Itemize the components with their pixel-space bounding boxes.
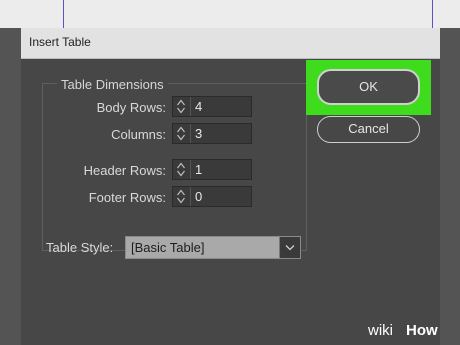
table-dimensions-legend: Table Dimensions — [57, 77, 168, 92]
body-rows-value[interactable]: 4 — [195, 99, 202, 114]
table-style-value[interactable]: [Basic Table] — [126, 237, 279, 258]
header-rows-stepper[interactable]: 1 — [172, 159, 252, 180]
footer-rows-label: Footer Rows: — [88, 190, 166, 205]
cancel-button[interactable]: Cancel — [317, 116, 420, 143]
spinner-arrows[interactable] — [173, 124, 191, 143]
document-background — [0, 0, 460, 28]
header-rows-label: Header Rows: — [83, 163, 166, 178]
footer-rows-value[interactable]: 0 — [195, 189, 202, 204]
spinner-arrows[interactable] — [173, 97, 191, 116]
header-rows-value[interactable]: 1 — [195, 162, 202, 177]
body-rows-stepper[interactable]: 4 — [172, 96, 252, 117]
dialog-titlebar[interactable]: Insert Table — [21, 28, 440, 59]
spinner-down-icon[interactable] — [177, 107, 185, 114]
ok-button[interactable]: OK — [317, 69, 420, 105]
wikihow-watermark: wiki How — [368, 322, 454, 342]
watermark-prefix: wiki — [368, 322, 393, 339]
spinner-arrows[interactable] — [173, 160, 191, 179]
spinner-up-icon[interactable] — [177, 99, 185, 106]
insert-table-dialog: Insert Table Table Dimensions Body Rows:… — [21, 28, 440, 345]
chevron-down-icon[interactable] — [285, 244, 295, 251]
column-guide — [63, 0, 64, 28]
column-guide — [432, 0, 433, 28]
spinner-up-icon[interactable] — [177, 189, 185, 196]
footer-rows-stepper[interactable]: 0 — [172, 186, 252, 207]
spinner-down-icon[interactable] — [177, 134, 185, 141]
body-rows-label: Body Rows: — [96, 100, 166, 115]
table-style-select[interactable]: [Basic Table] — [125, 236, 301, 259]
columns-stepper[interactable]: 3 — [172, 123, 252, 144]
spinner-up-icon[interactable] — [177, 126, 185, 133]
spinner-down-icon[interactable] — [177, 170, 185, 177]
columns-value[interactable]: 3 — [195, 126, 202, 141]
spinner-arrows[interactable] — [173, 187, 191, 206]
table-style-label: Table Style: — [46, 240, 114, 255]
watermark-brand: How — [406, 322, 438, 339]
columns-label: Columns: — [111, 127, 166, 142]
table-style-dropdown-button[interactable] — [279, 237, 300, 258]
dialog-title: Insert Table — [29, 35, 91, 49]
spinner-down-icon[interactable] — [177, 197, 185, 204]
spinner-up-icon[interactable] — [177, 162, 185, 169]
